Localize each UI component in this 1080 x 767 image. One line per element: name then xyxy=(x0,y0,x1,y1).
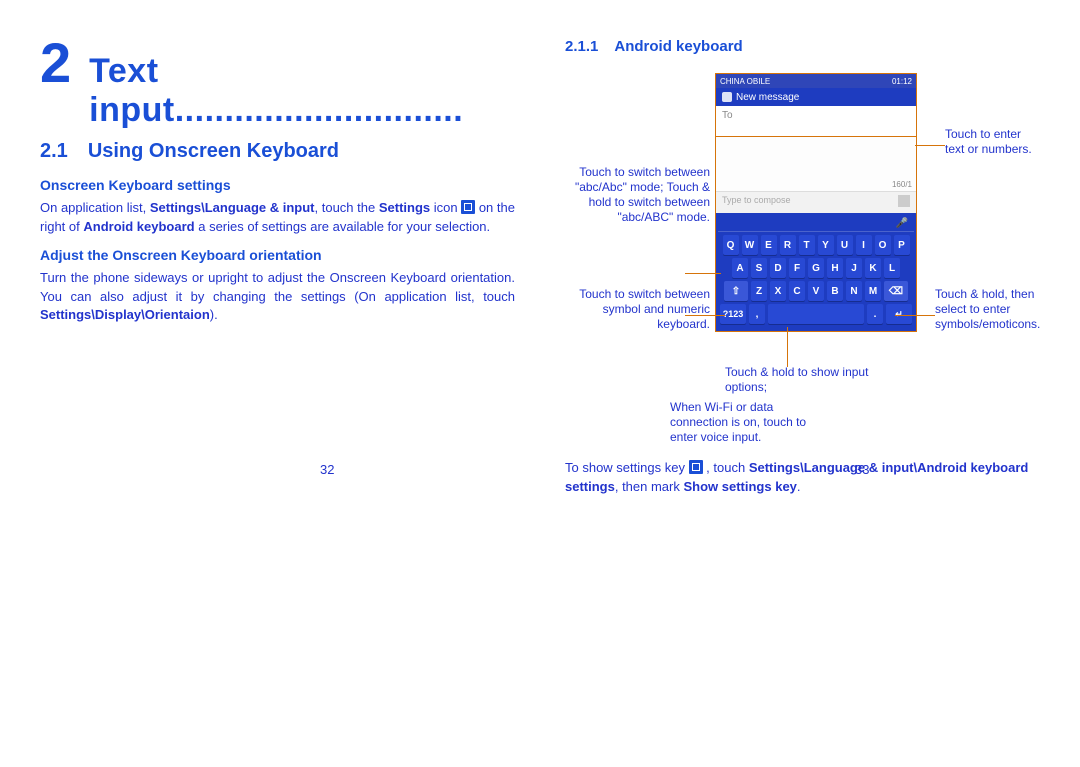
chapter-heading: 2 Text input............................… xyxy=(40,30,515,130)
key-s: S xyxy=(751,258,767,278)
key-x: X xyxy=(770,281,786,301)
symbol-key: ?123 xyxy=(720,304,746,324)
callout-symbol-key: Touch to switch between symbol and numer… xyxy=(565,287,710,332)
key-m: M xyxy=(865,281,881,301)
key-y: Y xyxy=(818,235,834,255)
section-heading: 2.1 Using Onscreen Keyboard xyxy=(40,140,515,163)
callout-shift: Touch to switch between "abc/Abc" mode; … xyxy=(565,165,710,225)
key-g: G xyxy=(808,258,824,278)
key-row-1: QWERTYUIOP xyxy=(718,235,914,255)
key-c: C xyxy=(789,281,805,301)
comma-key: , xyxy=(749,304,765,324)
key-v: V xyxy=(808,281,824,301)
to-field: To xyxy=(716,106,916,137)
onscreen-keyboard: 🎤 QWERTYUIOP ASDFGHJKL ⇧ ZXCVBNM ⌫ ?123 … xyxy=(716,213,916,331)
chapter-number: 2 xyxy=(40,30,71,95)
shift-key: ⇧ xyxy=(724,281,748,301)
enter-key: ↵ xyxy=(886,304,912,324)
key-row-3: ⇧ ZXCVBNM ⌫ xyxy=(718,281,914,301)
settings-icon xyxy=(689,460,703,474)
key-j: J xyxy=(846,258,862,278)
key-row-4: ?123 , . ↵ xyxy=(718,304,914,324)
subsection-heading: 2.1.1 Android keyboard xyxy=(565,38,1040,55)
app-icon xyxy=(722,92,732,102)
subheading-orientation: Adjust the Onscreen Keyboard orientation xyxy=(40,247,515,263)
settings-icon xyxy=(461,200,475,214)
message-area: 160/1 xyxy=(716,137,916,191)
mic-icon: 🎤 xyxy=(896,218,908,229)
key-u: U xyxy=(837,235,853,255)
callout-text-area: Touch to enter text or numbers. xyxy=(945,127,1040,157)
key-k: K xyxy=(865,258,881,278)
key-t: T xyxy=(799,235,815,255)
key-h: H xyxy=(827,258,843,278)
key-p: P xyxy=(894,235,910,255)
page-number-right: 33 xyxy=(855,462,869,477)
page-number-left: 32 xyxy=(320,462,334,477)
key-r: R xyxy=(780,235,796,255)
key-z: Z xyxy=(751,281,767,301)
key-f: F xyxy=(789,258,805,278)
key-i: I xyxy=(856,235,872,255)
section-title: Using Onscreen Keyboard xyxy=(88,140,339,163)
callout-input-options: Touch & hold to show input options; xyxy=(725,365,875,395)
right-page: 2.1.1 Android keyboard CHINA OBILE 01:12… xyxy=(565,30,1040,497)
left-page: 2 Text input............................… xyxy=(40,30,515,497)
app-bar: New message xyxy=(716,88,916,106)
status-bar: CHINA OBILE 01:12 xyxy=(716,74,916,88)
key-row-2: ASDFGHJKL xyxy=(718,258,914,278)
period-key: . xyxy=(867,304,883,324)
chapter-title: Text input............................. xyxy=(89,52,515,130)
callout-voice-input: When Wi-Fi or data connection is on, tou… xyxy=(670,400,820,445)
key-o: O xyxy=(875,235,891,255)
key-a: A xyxy=(732,258,748,278)
key-n: N xyxy=(846,281,862,301)
paragraph-settings: On application list, Settings\Language &… xyxy=(40,199,515,237)
key-l: L xyxy=(884,258,900,278)
key-e: E xyxy=(761,235,777,255)
suggestion-bar: 🎤 xyxy=(718,217,914,232)
key-b: B xyxy=(827,281,843,301)
footnote: To show settings key , touch Settings\La… xyxy=(565,459,1040,497)
paragraph-orientation: Turn the phone sideways or upright to ad… xyxy=(40,269,515,326)
subheading-settings: Onscreen Keyboard settings xyxy=(40,177,515,193)
key-w: W xyxy=(742,235,758,255)
callout-symbol-hold: Touch & hold, then select to enter symbo… xyxy=(935,287,1040,332)
space-key xyxy=(768,304,864,324)
keyboard-figure: CHINA OBILE 01:12 New message To 160/1 T… xyxy=(565,65,1040,455)
phone-mockup: CHINA OBILE 01:12 New message To 160/1 T… xyxy=(715,73,917,332)
send-icon xyxy=(898,195,910,207)
delete-key: ⌫ xyxy=(884,281,908,301)
subsection-number: 2.1.1 xyxy=(565,38,598,55)
key-d: D xyxy=(770,258,786,278)
section-number: 2.1 xyxy=(40,140,68,163)
subsection-title: Android keyboard xyxy=(614,38,742,55)
compose-bar: Type to compose xyxy=(716,191,916,213)
key-q: Q xyxy=(723,235,739,255)
